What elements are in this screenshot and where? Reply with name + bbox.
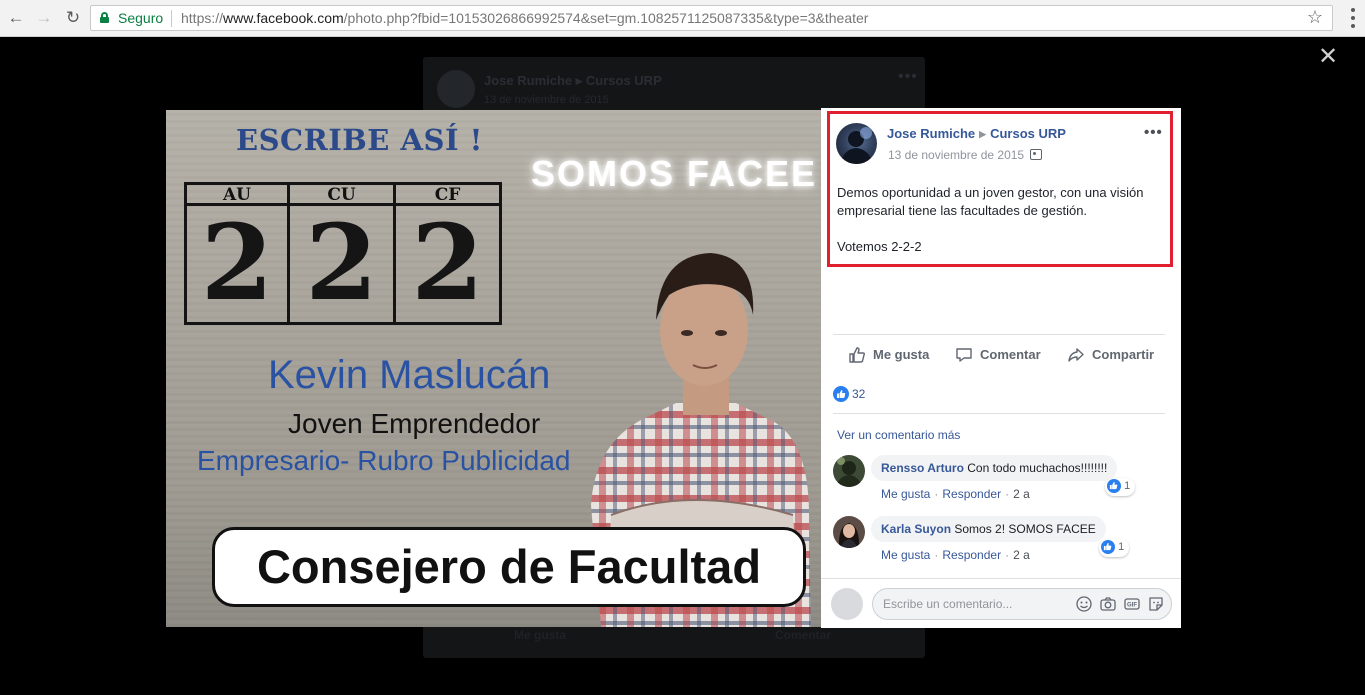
comment-time[interactable]: 2 a — [1013, 548, 1030, 562]
background-post-author: Jose Rumiche ▸ Cursos URP — [484, 73, 662, 88]
ballot-cell: CF 2 — [396, 182, 502, 325]
current-user-avatar — [831, 588, 863, 620]
share-arrow-icon — [1068, 348, 1084, 362]
background-like-label: Me gusta — [514, 628, 567, 642]
comment-reply-link[interactable]: Responder — [942, 548, 1001, 562]
ballot-number: 2 — [200, 201, 274, 324]
like-reaction-icon — [833, 386, 849, 402]
comment-bubble: Rensso Arturo Con todo muchachos!!!!!!!! — [871, 455, 1118, 481]
post-text-paragraph: Demos oportunidad a un joven gestor, con… — [837, 185, 1144, 218]
share-button[interactable]: Compartir — [1067, 347, 1154, 362]
post-author-line: Jose Rumiche ▶ Cursos URP — [887, 126, 1066, 141]
caret-right-icon: ▶ — [979, 129, 987, 139]
browser-toolbar: ← → ↻ Seguro https://www.facebook.com/ph… — [0, 0, 1365, 37]
comment-bubble-icon — [956, 348, 972, 362]
ballot-cell: CU 2 — [290, 182, 396, 325]
background-comment-label: Comentar — [775, 628, 832, 642]
post-side-panel: Jose Rumiche ▶ Cursos URP 13 de noviembre … — [821, 108, 1181, 628]
divider — [833, 334, 1165, 335]
comment-meta: Me gusta · Responder · 2 a — [881, 548, 1030, 562]
like-reaction-icon — [1107, 479, 1121, 493]
reactions-summary[interactable]: 32 — [833, 386, 865, 403]
comment-reaction-number: 1 — [1124, 479, 1131, 492]
address-separator — [171, 10, 172, 27]
comment-text: Con todo muchachos!!!!!!!! — [967, 461, 1108, 475]
gif-icon[interactable]: GIF — [1123, 595, 1141, 613]
comment-input[interactable]: Escribe un comentario... GIF — [872, 588, 1172, 620]
comment-input-placeholder: Escribe un comentario... — [883, 597, 1013, 611]
back-arrow-icon[interactable]: ← — [4, 7, 28, 29]
post-text: Demos oportunidad a un joven gestor, con… — [837, 184, 1162, 256]
comment-reaction-count[interactable]: 1 — [1105, 478, 1136, 496]
url-text[interactable]: https://www.facebook.com/photo.php?fbid=… — [181, 10, 868, 26]
photo-banner: Consejero de Facultad — [212, 527, 806, 607]
secure-label: Seguro — [118, 10, 164, 26]
svg-text:GIF: GIF — [1127, 603, 1137, 609]
url-host: www.facebook.com — [223, 10, 344, 26]
camera-icon[interactable] — [1099, 595, 1117, 613]
url-scheme: https:// — [181, 10, 224, 26]
commenter-avatar[interactable] — [833, 455, 865, 487]
comment-text: Somos 2! SOMOS FACEE — [954, 522, 1096, 536]
ballot-cell: AU 2 — [184, 182, 290, 325]
ballot-number: 2 — [305, 201, 378, 324]
sticker-icon[interactable] — [1147, 595, 1165, 613]
browser-menu-icon[interactable] — [1351, 6, 1355, 30]
comment-button[interactable]: Comentar — [955, 347, 1041, 362]
close-icon[interactable]: ✕ — [1318, 45, 1338, 69]
comment-meta: Me gusta · Responder · 2 a — [881, 487, 1030, 501]
like-button[interactable]: Me gusta — [848, 347, 929, 363]
audience-group-icon — [1030, 149, 1043, 160]
post-group-name[interactable]: Cursos URP — [990, 126, 1066, 141]
ballot-grid: AU 2 CU 2 CF 2 — [184, 182, 502, 325]
post-more-options-icon[interactable]: ••• — [1144, 124, 1163, 141]
ballot-number: 2 — [411, 201, 484, 324]
comment-like-link[interactable]: Me gusta — [881, 548, 930, 562]
commenter-name[interactable]: Karla Suyon — [881, 522, 951, 536]
post-author-name[interactable]: Jose Rumiche — [887, 126, 975, 141]
divider — [833, 413, 1165, 414]
view-more-comments-link[interactable]: Ver un comentario más — [837, 428, 960, 442]
reaction-count: 32 — [852, 387, 866, 401]
lock-icon — [100, 12, 109, 23]
background-post-more-icon: ••• — [898, 68, 918, 85]
commenter-name[interactable]: Rensso Arturo — [881, 461, 964, 475]
post-date-text[interactable]: 13 de noviembre de 2015 — [888, 148, 1024, 162]
address-bar[interactable]: Seguro https://www.facebook.com/photo.ph… — [90, 5, 1333, 31]
emoji-icon[interactable] — [1075, 595, 1093, 613]
author-avatar[interactable] — [836, 123, 877, 164]
reload-icon[interactable]: ↻ — [61, 7, 85, 29]
commenter-avatar[interactable] — [833, 516, 865, 548]
post-text-paragraph: Votemos 2-2-2 — [837, 239, 922, 254]
bookmark-star-icon[interactable]: ☆ — [1307, 7, 1323, 28]
comment-like-link[interactable]: Me gusta — [881, 487, 930, 501]
comment-reply-link[interactable]: Responder — [942, 487, 1001, 501]
background-post-avatar — [437, 70, 475, 108]
post-photo[interactable]: ESCRIBE ASÍ ! SOMOS FACEE AU 2 CU 2 CF 2 — [166, 110, 821, 627]
forward-arrow-icon[interactable]: → — [32, 7, 56, 29]
photo-escribe-text: ESCRIBE ASÍ ! — [236, 123, 483, 157]
photo-candidate-name: Kevin Maslucán — [268, 353, 551, 397]
thumbs-up-icon — [849, 347, 866, 363]
photo-candidate-role: Joven Emprendedor — [288, 408, 541, 439]
post-date: 13 de noviembre de 2015 — [888, 148, 1043, 162]
comment-reaction-count[interactable]: 1 — [1099, 539, 1130, 557]
comment-reaction-number: 1 — [1118, 540, 1125, 553]
comment-bubble: Karla Suyon Somos 2! SOMOS FACEE — [871, 516, 1106, 542]
photo-candidate-business: Empresario- Rubro Publicidad — [197, 445, 571, 476]
url-path: /photo.php?fbid=10153026866992574&set=gm… — [343, 10, 869, 26]
like-reaction-icon — [1101, 540, 1115, 554]
comment-composer: Escribe un comentario... GIF — [821, 578, 1181, 628]
photo-somos-text: SOMOS FACEE — [531, 153, 818, 194]
post-actions: Me gusta Comentar Compartir — [833, 344, 1165, 368]
background-post-date: 13 de noviembre de 2015 — [484, 94, 609, 106]
comment-time[interactable]: 2 a — [1013, 487, 1030, 501]
